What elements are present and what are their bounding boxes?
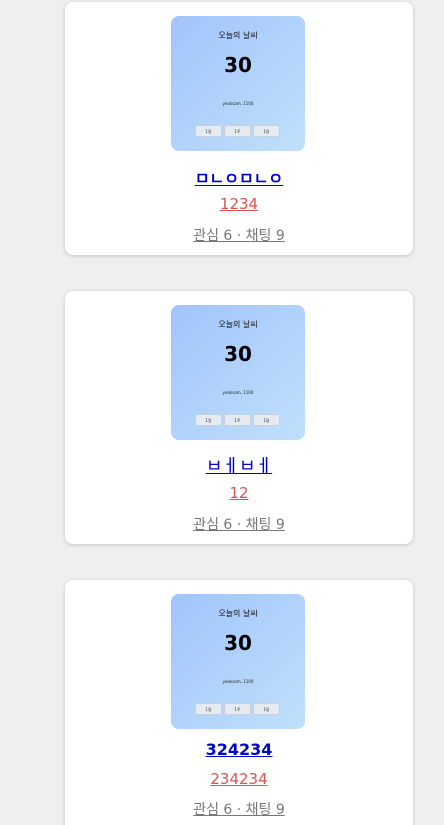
weather-temperature: 30 (224, 631, 252, 655)
weather-widget-thumbnail: 오늘의 날씨 30 yeoksam, 1100 1일 1주 1달 (171, 594, 305, 729)
weather-title: 오늘의 날씨 (218, 609, 258, 618)
post-list: 오늘의 날씨 30 yeoksam, 1100 1일 1주 1달 ㅁㄴㅇㅁㄴㅇ … (0, 0, 444, 825)
weather-month-button: 1달 (253, 414, 280, 426)
post-card[interactable]: 오늘의 날씨 30 yeoksam, 1100 1일 1주 1달 ㅂㅔㅂㅔ 12… (65, 291, 413, 544)
post-meta-link[interactable]: 관심 6 · 채팅 9 (65, 799, 413, 819)
weather-month-button: 1달 (253, 125, 280, 137)
weather-widget-thumbnail: 오늘의 날씨 30 yeoksam, 1100 1일 1주 1달 (171, 305, 305, 440)
post-title-link[interactable]: ㅂㅔㅂㅔ (65, 452, 413, 478)
post-card[interactable]: 오늘의 날씨 30 yeoksam, 1100 1일 1주 1달 ㅁㄴㅇㅁㄴㅇ … (65, 2, 413, 255)
weather-day-button: 1일 (195, 414, 222, 426)
post-title-link[interactable]: 324234 (65, 740, 413, 759)
weather-period-buttons: 1일 1주 1달 (195, 703, 280, 715)
weather-temperature: 30 (224, 342, 252, 366)
post-meta-link[interactable]: 관심 6 · 채팅 9 (65, 514, 413, 534)
weather-week-button: 1주 (224, 703, 251, 715)
post-price-link[interactable]: 1234 (65, 195, 413, 213)
weather-week-button: 1주 (224, 414, 251, 426)
post-card[interactable]: 오늘의 날씨 30 yeoksam, 1100 1일 1주 1달 324234 … (65, 580, 413, 825)
weather-title: 오늘의 날씨 (218, 31, 258, 40)
weather-location: yeoksam, 1100 (222, 390, 254, 395)
weather-title: 오늘의 날씨 (218, 320, 258, 329)
weather-period-buttons: 1일 1주 1달 (195, 414, 280, 426)
post-price-link[interactable]: 12 (65, 484, 413, 502)
post-price-link[interactable]: 234234 (65, 770, 413, 788)
weather-week-button: 1주 (224, 125, 251, 137)
weather-month-button: 1달 (253, 703, 280, 715)
weather-widget-thumbnail: 오늘의 날씨 30 yeoksam, 1100 1일 1주 1달 (171, 16, 305, 151)
post-title-link[interactable]: ㅁㄴㅇㅁㄴㅇ (65, 165, 413, 189)
weather-location: yeoksam, 1100 (222, 101, 254, 106)
weather-period-buttons: 1일 1주 1달 (195, 125, 280, 137)
weather-day-button: 1일 (195, 125, 222, 137)
post-meta-link[interactable]: 관심 6 · 채팅 9 (65, 225, 413, 245)
weather-temperature: 30 (224, 53, 252, 77)
weather-day-button: 1일 (195, 703, 222, 715)
weather-location: yeoksam, 1100 (222, 679, 254, 684)
